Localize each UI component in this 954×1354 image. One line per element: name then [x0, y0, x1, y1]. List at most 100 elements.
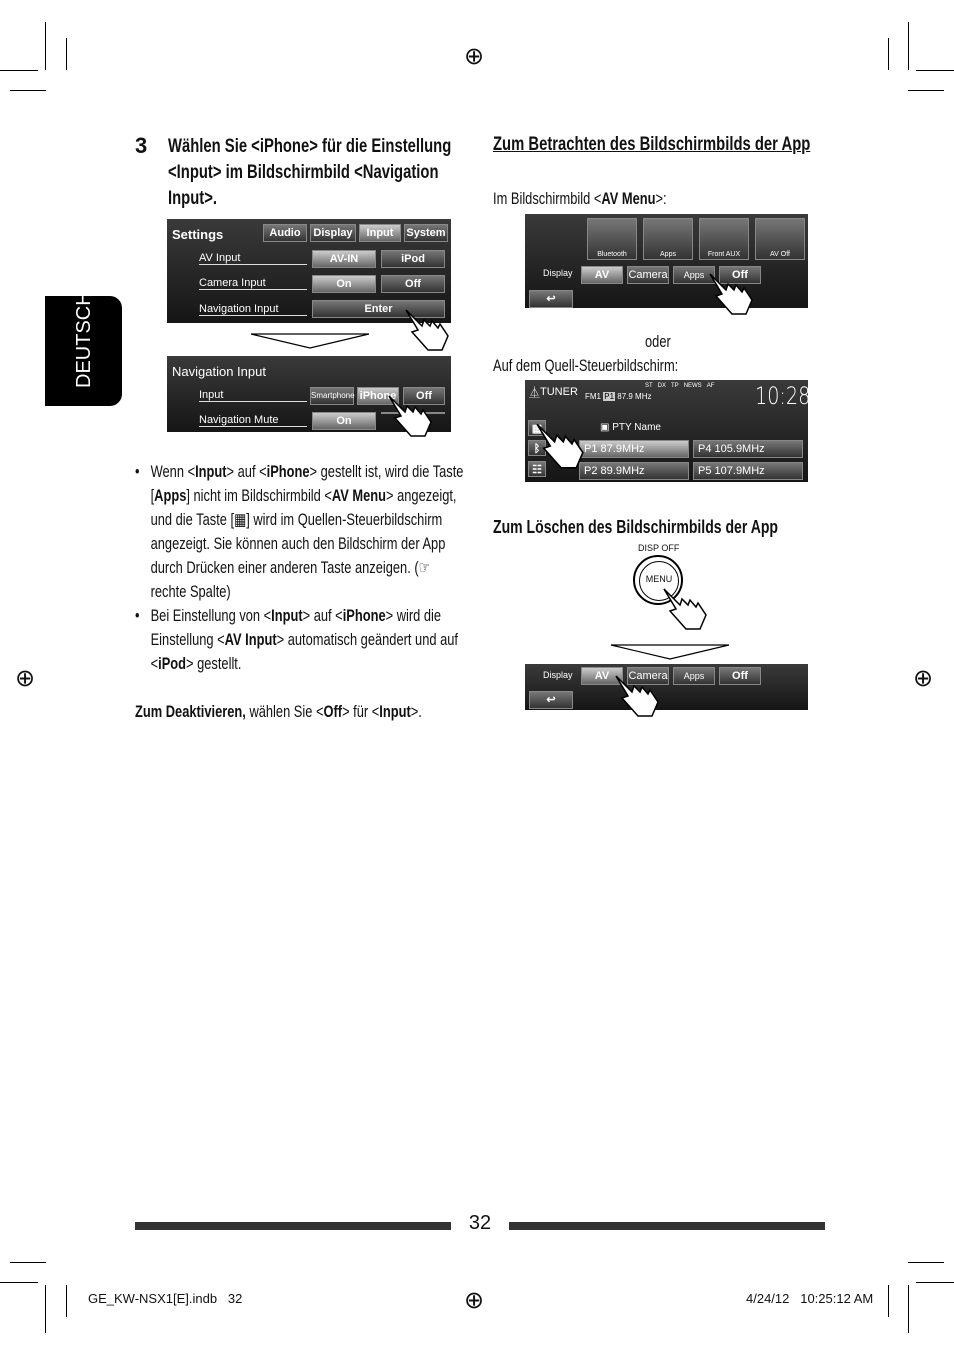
- front-aux-tile[interactable]: Front AUX: [699, 218, 749, 260]
- page-number: 32: [468, 1212, 492, 1234]
- av-input-label: AV Input: [199, 252, 307, 265]
- hand-pointer-icon: [536, 423, 584, 469]
- text-run: > für <: [342, 703, 380, 721]
- tab-input[interactable]: Input: [359, 224, 401, 242]
- bold-term: iPhone: [342, 607, 386, 625]
- indicator-st: ST: [645, 383, 653, 389]
- crop-mark: [45, 22, 46, 70]
- ipod-button[interactable]: iPod: [381, 250, 445, 268]
- camera-input-label: Camera Input: [199, 277, 307, 290]
- note-bullet: Bei Einstellung von <Input> auf <iPhone >…: [135, 604, 467, 676]
- hand-pointer-icon: [388, 395, 432, 437]
- step-number: 3: [135, 133, 148, 158]
- smartphone-button[interactable]: Smartphone: [310, 387, 355, 405]
- clock: 10:28: [755, 382, 811, 410]
- text-run: Wenn <: [150, 463, 196, 481]
- crop-mark: [908, 1262, 944, 1263]
- footer-rule: [509, 1222, 825, 1230]
- text-run: ] nicht im Bildschirmbild <: [186, 487, 332, 505]
- camera-on-button[interactable]: On: [312, 275, 376, 293]
- pty-icon: ▣: [600, 422, 613, 433]
- bold-term: Input: [379, 703, 411, 721]
- crop-mark: [0, 70, 38, 71]
- hand-pointer-icon: [709, 273, 753, 315]
- apps-button[interactable]: Apps: [673, 667, 715, 685]
- bold-term: iPod: [158, 655, 187, 673]
- camera-button[interactable]: Camera: [627, 266, 669, 284]
- bluetooth-tile[interactable]: Bluetooth: [587, 218, 637, 260]
- bold-term: AV Menu: [601, 190, 656, 208]
- crop-mark: [45, 1285, 46, 1333]
- indicator-dx: DX: [657, 383, 667, 389]
- notes-list: Wenn <Input> auf <iPhone> gestellt ist, …: [135, 460, 467, 724]
- back-arrow-icon: ↩: [546, 694, 556, 706]
- back-button[interactable]: ↩: [529, 290, 573, 308]
- text-run: > gestellt.: [186, 655, 242, 673]
- crop-mark: [888, 38, 889, 70]
- display-label: Display: [543, 268, 573, 278]
- source-name: TUNER: [540, 386, 578, 398]
- disp-off-label: DISP OFF: [638, 543, 680, 553]
- preset-frequency: 89.9MHz: [600, 465, 645, 477]
- source-screen-intro: Auf dem Quell-Steuerbildschirm:: [493, 357, 679, 375]
- crop-mark: [916, 1282, 954, 1283]
- off-button[interactable]: Off: [719, 667, 761, 685]
- crop-mark: [908, 22, 909, 70]
- av-button[interactable]: AV: [581, 266, 623, 284]
- heading-clear-app: Zum Löschen des Bildschirmbilds der App: [493, 517, 779, 537]
- av-menu-intro: Im Bildschirmbild <AV Menu>:: [493, 187, 821, 211]
- text-run: Im Bildschirmbild <: [493, 190, 602, 208]
- back-button[interactable]: ↩: [529, 691, 573, 709]
- preset-frequency: 87.9MHz: [600, 443, 645, 455]
- or-text: oder: [645, 333, 671, 351]
- heading-view-app: Zum Betrachten des Bildschirmbilds der A…: [493, 134, 811, 155]
- preset-number: P4: [698, 443, 712, 455]
- mute-on-button[interactable]: On: [312, 412, 376, 430]
- tab-display[interactable]: Display: [310, 224, 356, 242]
- note-bullet: Wenn <Input> auf <iPhone> gestellt ist, …: [135, 460, 467, 604]
- tab-system[interactable]: System: [404, 224, 448, 242]
- settings-title: Settings: [172, 227, 224, 242]
- av-in-button[interactable]: AV-IN: [312, 250, 376, 268]
- input-label: Input: [199, 389, 307, 402]
- display-label: Display: [543, 670, 573, 680]
- bold-term: Input: [271, 607, 303, 625]
- navigation-mute-label: Navigation Mute: [199, 414, 307, 427]
- crop-mark: [10, 90, 46, 91]
- av-menu-bar-screen: Display AV Camera Apps Off ↩: [525, 664, 808, 710]
- bold-term: AV Input: [224, 631, 277, 649]
- bold-term: Zum Deaktivieren,: [135, 703, 246, 721]
- apps-tile[interactable]: Apps: [643, 218, 693, 260]
- av-off-tile[interactable]: AV Off: [755, 218, 805, 260]
- band: FM1: [585, 392, 601, 401]
- hand-pointer-icon: [405, 309, 449, 351]
- crop-mark: [888, 1285, 889, 1317]
- current-frequency: 87.9 MHz: [617, 392, 652, 401]
- pty-name: ▣ PTY Name: [600, 422, 661, 433]
- footer-file-info: GE_KW-NSX1[E].indb 32: [88, 1291, 243, 1306]
- preset-2-button[interactable]: P2 89.9MHz: [579, 462, 689, 480]
- footer-timestamp: 4/24/12 10:25:12 AM: [746, 1291, 874, 1306]
- down-arrow-icon: [250, 333, 370, 349]
- preset-5-button[interactable]: P5 107.9MHz: [693, 462, 803, 480]
- crop-mark: [10, 1262, 46, 1263]
- footer-rule: [135, 1222, 451, 1230]
- registration-mark-icon: ⊕: [464, 43, 485, 70]
- preset-4-button[interactable]: P4 105.9MHz: [693, 440, 803, 458]
- crop-mark: [0, 1282, 38, 1283]
- hand-pointer-icon: [615, 675, 659, 717]
- navigation-input-label: Navigation Input: [199, 303, 307, 316]
- text-run: >:: [655, 190, 667, 208]
- tab-audio[interactable]: Audio: [263, 224, 307, 242]
- crop-mark: [66, 1285, 67, 1317]
- indicator-tp: TP: [671, 383, 679, 389]
- crop-mark: [908, 90, 944, 91]
- preset-number: P5: [698, 465, 712, 477]
- av-menu-screen: Bluetooth Apps Front AUX AV Off Display …: [525, 214, 808, 308]
- preset-badge: P1: [603, 392, 616, 401]
- pty-text: PTY Name: [612, 422, 661, 433]
- text-run: > auf <: [302, 607, 343, 625]
- indicator-news: NEWS: [683, 383, 702, 389]
- preset-1-button[interactable]: P1 87.9MHz: [579, 440, 689, 458]
- camera-off-button[interactable]: Off: [381, 275, 445, 293]
